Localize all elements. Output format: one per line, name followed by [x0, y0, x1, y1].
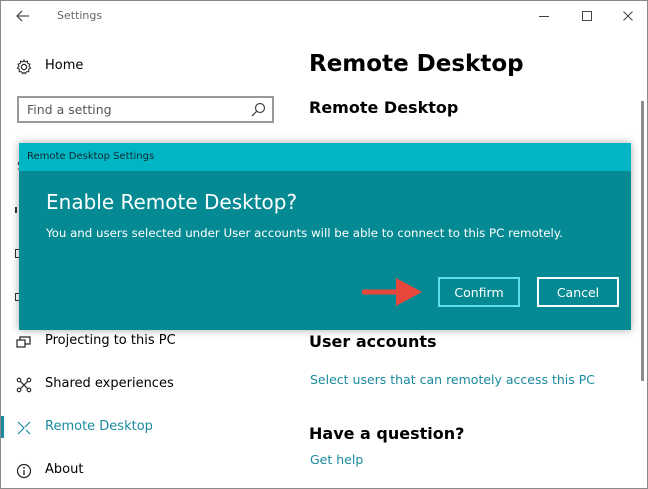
- active-indicator: [1, 416, 4, 438]
- gear-icon: [15, 58, 33, 76]
- sidebar-item-label: Projecting to this PC: [45, 333, 176, 348]
- section-title-user-accounts: User accounts: [309, 332, 437, 351]
- close-button[interactable]: [613, 5, 643, 27]
- maximize-button[interactable]: [572, 5, 602, 27]
- shared-experiences-icon: [15, 376, 33, 394]
- dialog-message: You and users selected under User accoun…: [46, 226, 563, 240]
- get-help-link[interactable]: Get help: [310, 452, 363, 467]
- settings-window: Settings Home S: [0, 0, 648, 489]
- dialog-heading: Enable Remote Desktop?: [46, 190, 298, 214]
- remote-desktop-dialog: Remote Desktop Settings Enable Remote De…: [19, 143, 631, 330]
- back-arrow-icon: [16, 10, 29, 22]
- title-bar: Settings: [1, 1, 647, 32]
- dialog-title-bar: Remote Desktop Settings: [19, 143, 631, 171]
- sidebar-item-home[interactable]: Home: [1, 46, 291, 88]
- maximize-icon: [582, 11, 592, 21]
- red-arrow-icon: [362, 278, 422, 306]
- sidebar-item-label: Remote Desktop: [45, 419, 153, 434]
- sidebar-item-label: Home: [45, 58, 84, 73]
- sidebar-item-about[interactable]: About: [1, 450, 291, 488]
- scrollbar[interactable]: [641, 101, 644, 381]
- window-title: Settings: [57, 9, 103, 22]
- sidebar-item-shared-experiences[interactable]: Shared experiences: [1, 364, 291, 406]
- search-box[interactable]: [17, 96, 274, 123]
- confirm-button[interactable]: Confirm: [438, 277, 520, 307]
- remote-desktop-icon: [15, 419, 33, 437]
- search-icon[interactable]: [250, 101, 267, 118]
- search-input[interactable]: [27, 101, 242, 118]
- dialog-title: Remote Desktop Settings: [27, 151, 155, 162]
- projector-icon: [15, 333, 33, 351]
- select-users-link[interactable]: Select users that can remotely access th…: [310, 372, 595, 387]
- minimize-button[interactable]: [529, 5, 559, 27]
- cancel-button[interactable]: Cancel: [537, 277, 619, 307]
- close-icon: [623, 11, 633, 21]
- page-title: Remote Desktop: [309, 51, 524, 77]
- sidebar-item-remote-desktop[interactable]: Remote Desktop: [1, 407, 291, 449]
- section-title-question: Have a question?: [309, 424, 465, 443]
- sidebar-item-label: Shared experiences: [45, 376, 174, 391]
- sidebar-item-label: About: [45, 462, 84, 477]
- back-button[interactable]: [9, 5, 37, 27]
- info-icon: [15, 462, 33, 480]
- section-title-remote-desktop: Remote Desktop: [309, 98, 459, 117]
- minimize-icon: [539, 16, 549, 17]
